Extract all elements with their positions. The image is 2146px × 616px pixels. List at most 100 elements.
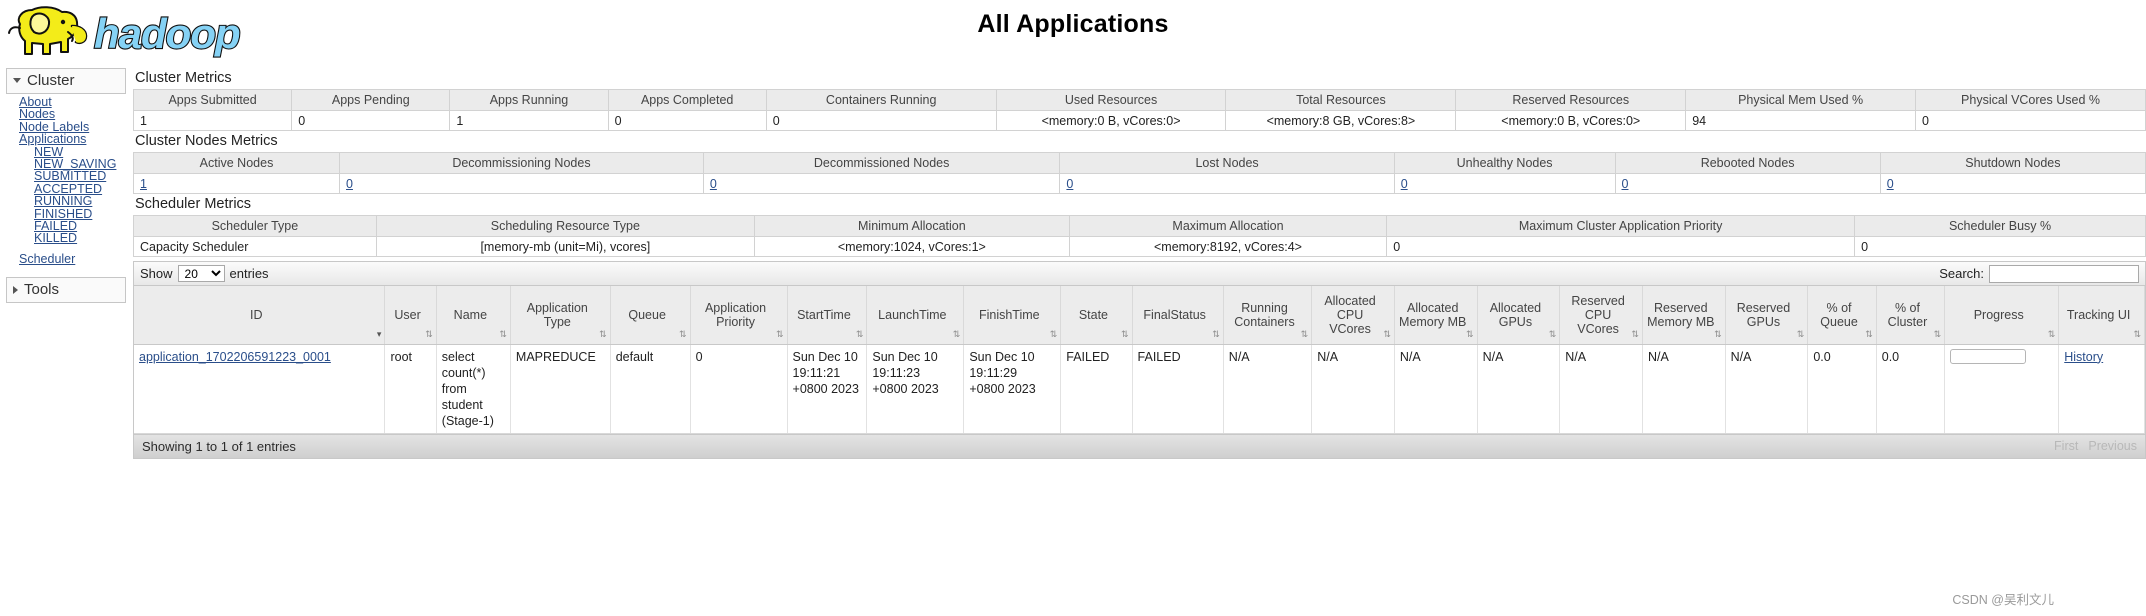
progress-bar xyxy=(1950,348,2027,364)
sidebar-item-applications[interactable]: Applications xyxy=(6,133,126,146)
sort-icon: ⇅ xyxy=(775,328,784,339)
length-control: Show 20 40 60 80 100 entries xyxy=(140,265,269,282)
col-reserved-memory-mb[interactable]: Reserved Memory MB ⇅ xyxy=(1642,286,1726,345)
chevron-right-icon xyxy=(13,285,18,294)
col-application-priority[interactable]: Application Priority ⇅ xyxy=(690,286,788,345)
table-header-row: Apps Submitted Apps Pending Apps Running… xyxy=(132,89,2146,111)
col-pct-of-queue[interactable]: % of Queue ⇅ xyxy=(1807,286,1877,345)
col-total-resources: Total Resources xyxy=(1225,89,1457,111)
col-start-time[interactable]: StartTime ⇅ xyxy=(787,286,868,345)
watermark: CSDN @吴利文儿 xyxy=(1952,593,2054,607)
val-unhealthy-nodes: 0 xyxy=(1393,173,1616,194)
col-finish-time[interactable]: FinishTime ⇅ xyxy=(963,286,1062,345)
active-nodes-link[interactable]: 1 xyxy=(140,177,147,191)
col-apps-submitted: Apps Submitted xyxy=(132,89,293,111)
col-scheduler-busy: Scheduler Busy % xyxy=(1854,215,2146,237)
sort-icon: ⇅ xyxy=(1714,328,1722,339)
col-physical-mem-used: Physical Mem Used % xyxy=(1685,89,1917,111)
sidebar-section-tools[interactable]: Tools xyxy=(6,277,126,304)
col-scheduler-type: Scheduler Type xyxy=(133,215,377,237)
table-header-row: Scheduler Type Scheduling Resource Type … xyxy=(133,215,2146,237)
sidebar-item-scheduler[interactable]: Scheduler xyxy=(6,252,126,265)
col-tracking-ui[interactable]: Tracking UI ⇅ xyxy=(2058,286,2145,345)
search-input[interactable] xyxy=(1989,264,2139,283)
sort-icon: ⇅ xyxy=(1631,328,1639,339)
col-reserved-cpu-vcores[interactable]: Reserved CPU VCores ⇅ xyxy=(1559,286,1643,345)
unhealthy-nodes-link[interactable]: 0 xyxy=(1401,177,1408,191)
cell-allocated-memory-mb: N/A xyxy=(1394,344,1478,434)
col-name[interactable]: Name ⇅ xyxy=(436,286,511,345)
shutdown-nodes-link[interactable]: 0 xyxy=(1887,177,1894,191)
tracking-ui-history-link[interactable]: History xyxy=(2064,350,2103,364)
cell-final-status: FAILED xyxy=(1132,344,1224,434)
val-containers-running: 0 xyxy=(765,110,997,131)
col-state[interactable]: State ⇅ xyxy=(1060,286,1133,345)
sidebar-item-nodes[interactable]: Nodes xyxy=(6,108,126,121)
val-maximum-cluster-app-priority: 0 xyxy=(1386,236,1856,257)
col-apps-pending: Apps Pending xyxy=(291,89,451,111)
val-used-resources: <memory:0 B, vCores:0> xyxy=(995,110,1227,131)
cell-reserved-gpus: N/A xyxy=(1725,344,1809,434)
col-physical-vcores-used: Physical VCores Used % xyxy=(1915,89,2146,111)
main-content: Cluster Metrics Apps Submitted Apps Pend… xyxy=(132,68,2146,616)
col-launch-time[interactable]: LaunchTime ⇅ xyxy=(866,286,965,345)
show-label: Show xyxy=(140,266,173,281)
col-final-status[interactable]: FinalStatus ⇅ xyxy=(1132,286,1224,345)
table-info: Showing 1 to 1 of 1 entries xyxy=(142,438,296,454)
cell-state: FAILED xyxy=(1060,344,1133,434)
col-reserved-gpus[interactable]: Reserved GPUs ⇅ xyxy=(1725,286,1809,345)
application-id-link[interactable]: application_1702206591223_0001 xyxy=(139,350,331,364)
col-allocated-cpu-vcores[interactable]: Allocated CPU VCores ⇅ xyxy=(1311,286,1395,345)
col-apps-completed: Apps Completed xyxy=(607,89,767,111)
cell-running-containers: N/A xyxy=(1223,344,1313,434)
sidebar-item-state-running[interactable]: RUNNING xyxy=(6,195,126,208)
paginate-first[interactable]: First xyxy=(2054,439,2078,453)
val-total-resources: <memory:8 GB, vCores:8> xyxy=(1225,110,1457,131)
col-containers-running: Containers Running xyxy=(765,89,997,111)
sidebar: Cluster About Nodes Node Labels Applicat… xyxy=(6,68,126,304)
col-progress[interactable]: Progress ⇅ xyxy=(1944,286,2060,345)
val-apps-completed: 0 xyxy=(607,110,767,131)
col-application-type[interactable]: Application Type ⇅ xyxy=(510,286,611,345)
col-pct-of-cluster[interactable]: % of Cluster ⇅ xyxy=(1876,286,1946,345)
paginate-previous[interactable]: Previous xyxy=(2088,439,2137,453)
table-row: application_1702206591223_0001 root sele… xyxy=(134,344,2145,434)
sidebar-section-cluster[interactable]: Cluster xyxy=(6,68,126,94)
table-row: 1 0 0 0 0 0 0 xyxy=(133,173,2146,194)
cell-user: root xyxy=(384,344,437,434)
val-rebooted-nodes: 0 xyxy=(1614,173,1881,194)
cell-application-type: MAPREDUCE xyxy=(510,344,611,434)
entries-per-page-select[interactable]: 20 40 60 80 100 xyxy=(177,265,225,282)
val-active-nodes: 1 xyxy=(133,173,340,194)
rebooted-nodes-link[interactable]: 0 xyxy=(1622,177,1629,191)
sidebar-item-state-killed[interactable]: KILLED xyxy=(6,232,126,245)
sidebar-section-cluster-label: Cluster xyxy=(27,72,75,89)
lost-nodes-link[interactable]: 0 xyxy=(1066,177,1073,191)
sort-icon: ⇅ xyxy=(855,328,864,339)
val-decommissioning-nodes: 0 xyxy=(339,173,704,194)
col-lost-nodes: Lost Nodes xyxy=(1059,152,1395,174)
col-user[interactable]: User ⇅ xyxy=(384,286,437,345)
val-reserved-resources: <memory:0 B, vCores:0> xyxy=(1455,110,1687,131)
cell-application-priority: 0 xyxy=(690,344,788,434)
col-minimum-allocation: Minimum Allocation xyxy=(753,215,1070,237)
val-lost-nodes: 0 xyxy=(1059,173,1395,194)
col-allocated-memory-mb[interactable]: Allocated Memory MB ⇅ xyxy=(1394,286,1478,345)
decommissioning-nodes-link[interactable]: 0 xyxy=(346,177,353,191)
col-allocated-gpus[interactable]: Allocated GPUs ⇅ xyxy=(1477,286,1561,345)
sort-desc-icon: ▾ xyxy=(376,328,382,339)
decommissioned-nodes-link[interactable]: 0 xyxy=(710,177,717,191)
cell-id: application_1702206591223_0001 xyxy=(134,344,386,434)
col-running-containers[interactable]: Running Containers ⇅ xyxy=(1223,286,1313,345)
sort-icon: ⇅ xyxy=(1212,328,1220,339)
col-id[interactable]: ID ▾ xyxy=(134,286,386,345)
filter-control: Search: xyxy=(1939,264,2139,283)
col-queue[interactable]: Queue ⇅ xyxy=(610,286,691,345)
cell-pct-of-cluster: 0.0 xyxy=(1876,344,1946,434)
cell-name: select count(*) from student (Stage-1) xyxy=(436,344,511,434)
table-header-row: ID ▾ User ⇅ Name ⇅ Application Type ⇅ Qu… xyxy=(134,286,2145,345)
sidebar-item-state-submitted[interactable]: SUBMITTED xyxy=(6,170,126,183)
sort-icon: ⇅ xyxy=(679,328,687,339)
col-rebooted-nodes: Rebooted Nodes xyxy=(1614,152,1881,174)
cell-progress xyxy=(1944,344,2060,434)
